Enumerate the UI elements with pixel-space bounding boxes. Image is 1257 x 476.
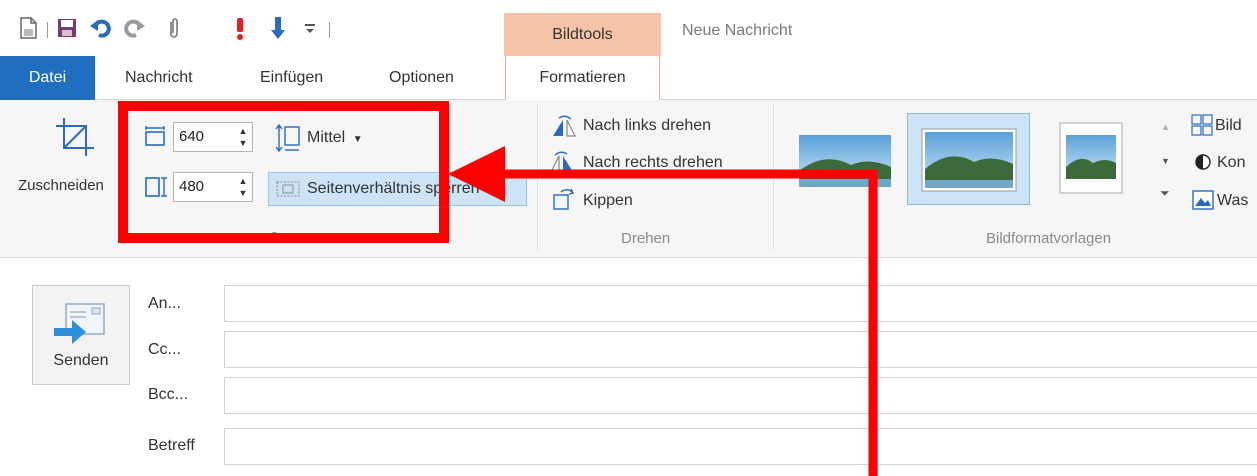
height-value[interactable]: 480 <box>179 178 204 195</box>
width-spinner-arrows[interactable]: ▲ ▼ <box>238 125 248 149</box>
scroll-up-icon[interactable]: ▲ <box>1161 122 1170 132</box>
tab-datei[interactable]: Datei <box>0 56 95 100</box>
tab-einfuegen[interactable]: Einfügen <box>260 56 323 100</box>
tab-nachricht[interactable]: Nachricht <box>125 56 193 100</box>
subject-label: Betreff <box>148 437 195 454</box>
high-priority-icon[interactable] <box>226 14 254 42</box>
contextual-tab-group-label: Bildtools <box>552 26 613 43</box>
rotate-right-button[interactable]: Nach rechts drehen <box>583 154 723 172</box>
flip-button[interactable]: Kippen <box>583 192 633 210</box>
lock-aspect-icon <box>276 180 300 202</box>
width-icon <box>144 125 166 151</box>
to-input[interactable] <box>224 285 1257 322</box>
redo-icon[interactable] <box>120 14 148 42</box>
chevron-down-icon: ▼ <box>352 134 363 145</box>
watermark-button[interactable]: Was <box>1217 192 1248 210</box>
height-icon <box>144 175 168 203</box>
lock-aspect-label[interactable]: Seitenverhältnis sperren <box>307 180 480 198</box>
group-separator <box>537 104 538 250</box>
send-mail-icon <box>52 302 108 350</box>
scroll-down-icon[interactable]: ▼ <box>1161 156 1170 166</box>
landscape-thumbnail-icon <box>921 128 1017 192</box>
flip-icon <box>551 186 577 218</box>
cc-input[interactable] <box>224 331 1257 368</box>
tab-formatieren[interactable]: Formatieren <box>505 56 660 102</box>
save-icon[interactable] <box>53 14 81 42</box>
gallery-scrollbar[interactable]: ▲ ▼ ⏷ <box>1157 112 1179 208</box>
height-spinner[interactable]: 480 ▲ ▼ <box>173 172 253 202</box>
window-title: Neue Nachricht <box>682 22 793 39</box>
to-button[interactable]: An... <box>148 295 181 313</box>
bcc-button[interactable]: Bcc... <box>148 386 188 404</box>
picture-style-thumbnail[interactable] <box>785 113 908 205</box>
width-value[interactable]: 640 <box>179 128 204 145</box>
resize-quality-dropdown[interactable]: Mittel ▼ <box>307 129 363 147</box>
crop-button-label[interactable]: Zuschneiden <box>18 177 104 194</box>
group-label-rotate: Drehen <box>621 230 671 247</box>
subject-input[interactable] <box>224 428 1257 465</box>
landscape-thumbnail-icon <box>1059 122 1123 194</box>
tab-optionen[interactable]: Optionen <box>389 56 454 100</box>
contrast-button[interactable]: Kon <box>1217 154 1245 172</box>
group-separator <box>773 104 774 250</box>
crop-icon[interactable] <box>52 114 98 164</box>
gallery-more-icon[interactable]: ⏷ <box>1160 186 1170 201</box>
rotate-left-button[interactable]: Nach links drehen <box>583 117 711 135</box>
watermark-icon <box>1192 190 1214 214</box>
low-priority-icon[interactable] <box>264 14 292 42</box>
cc-button[interactable]: Cc... <box>148 341 181 359</box>
picture-border-icon <box>1191 114 1213 140</box>
send-button-label[interactable]: Senden <box>32 352 130 370</box>
picture-style-thumbnail-selected[interactable] <box>907 113 1030 205</box>
resize-quality-label[interactable]: Mittel <box>307 129 345 146</box>
picture-style-thumbnail[interactable] <box>1031 113 1154 205</box>
landscape-thumbnail-icon <box>799 135 891 187</box>
rotate-right-icon <box>549 150 577 180</box>
rotate-left-icon <box>549 114 577 144</box>
group-label-picture-styles: Bildformatvorlagen <box>986 230 1112 247</box>
resize-quality-icon <box>275 123 301 157</box>
group-label-size: Größe <box>245 230 288 247</box>
height-spinner-arrows[interactable]: ▲ ▼ <box>238 175 248 199</box>
customize-dropdown-icon[interactable] <box>296 14 324 42</box>
attach-icon[interactable] <box>160 14 188 42</box>
undo-icon[interactable] <box>87 14 115 42</box>
picture-border-button[interactable]: Bild <box>1215 117 1242 135</box>
width-spinner[interactable]: 640 ▲ ▼ <box>173 122 253 152</box>
new-document-icon[interactable] <box>14 14 42 42</box>
contrast-icon <box>1194 153 1212 175</box>
bcc-input[interactable] <box>224 377 1257 414</box>
